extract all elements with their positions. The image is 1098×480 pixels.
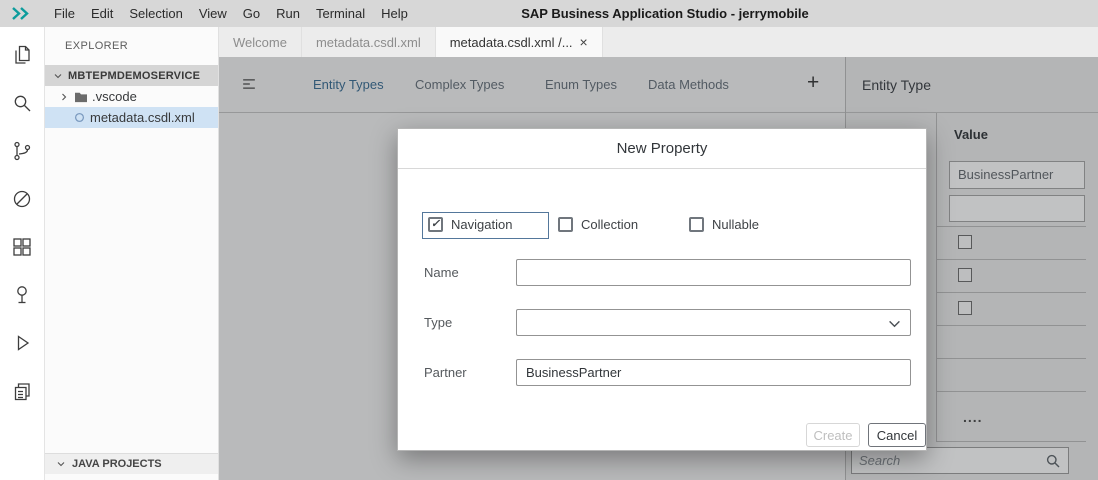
tab-metadata-csdl-xml[interactable]: metadata.csdl.xml <box>302 27 436 57</box>
run-icon <box>10 331 34 355</box>
nullable-checkbox[interactable]: Nullable <box>689 217 759 232</box>
menu-go[interactable]: Go <box>235 6 268 21</box>
menu-selection[interactable]: Selection <box>121 6 190 21</box>
menu-view[interactable]: View <box>191 6 235 21</box>
collection-checkbox[interactable]: Collection <box>558 217 638 232</box>
checkbox-label: Navigation <box>451 217 512 232</box>
app-window: File Edit Selection View Go Run Terminal… <box>0 0 1098 480</box>
menu-help[interactable]: Help <box>373 6 416 21</box>
editor-tab-bar: Welcome metadata.csdl.xml metadata.csdl.… <box>219 27 1098 57</box>
name-label: Name <box>424 259 459 286</box>
explorer-sidebar: EXPLORER MBTEPMDEMOSERVICE .vscode metad… <box>45 27 219 480</box>
search-activity-button[interactable] <box>0 79 45 127</box>
menu-terminal[interactable]: Terminal <box>308 6 373 21</box>
run-activity-button[interactable] <box>0 319 45 367</box>
checkbox-box: ✓ <box>428 217 443 232</box>
tree-item-label: .vscode <box>92 89 137 104</box>
checkbox-box <box>689 217 704 232</box>
projects-activity-button[interactable] <box>0 367 45 415</box>
menu-run[interactable]: Run <box>268 6 308 21</box>
explorer-activity-button[interactable] <box>0 31 45 79</box>
dialog-title: New Property <box>398 129 926 169</box>
partner-field[interactable] <box>516 359 911 386</box>
cancel-button[interactable]: Cancel <box>868 423 926 447</box>
type-select[interactable] <box>516 309 911 336</box>
stack-icon <box>10 379 34 403</box>
close-tab-icon[interactable]: × <box>580 35 588 49</box>
menu-edit[interactable]: Edit <box>83 6 121 21</box>
chevron-right-icon <box>58 91 70 103</box>
pin-icon <box>10 283 34 307</box>
window-title: SAP Business Application Studio - jerrym… <box>521 6 809 21</box>
source-control-icon <box>10 139 34 163</box>
checkbox-label: Collection <box>581 217 638 232</box>
activity-bar <box>0 27 45 480</box>
files-icon <box>10 43 34 67</box>
explorer-header: EXPLORER <box>45 27 218 65</box>
tab-label: Welcome <box>233 35 287 50</box>
editor-webview: Entity Types Complex Types Enum Types Da… <box>219 57 1098 480</box>
checkbox-label: Nullable <box>712 217 759 232</box>
tab-label: metadata.csdl.xml <box>316 35 421 50</box>
source-control-activity-button[interactable] <box>0 127 45 175</box>
create-button[interactable]: Create <box>806 423 860 447</box>
tree-item-vscode[interactable]: .vscode <box>45 86 218 107</box>
java-projects-section[interactable]: JAVA PROJECTS <box>45 453 218 474</box>
tab-label: metadata.csdl.xml /... <box>450 35 573 50</box>
navigation-checkbox[interactable]: ✓ Navigation <box>428 217 512 232</box>
chevron-down-icon <box>55 458 67 470</box>
name-field[interactable] <box>516 259 911 286</box>
checkbox-box <box>558 217 573 232</box>
search-icon <box>10 91 34 115</box>
tab-welcome[interactable]: Welcome <box>219 27 302 57</box>
menu-bar: File Edit Selection View Go Run Terminal… <box>0 0 1098 27</box>
tree-root-label: MBTEPMDEMOSERVICE <box>68 70 200 82</box>
partner-label: Partner <box>424 359 467 386</box>
sap-logo-icon <box>10 6 34 21</box>
circle-slash-activity-button[interactable] <box>0 175 45 223</box>
type-label: Type <box>424 309 452 336</box>
tree-item-label: metadata.csdl.xml <box>90 110 195 125</box>
extensions-activity-button[interactable] <box>0 223 45 271</box>
menu-file[interactable]: File <box>46 6 83 21</box>
chevron-down-icon <box>52 70 64 82</box>
chevron-down-icon <box>888 320 901 328</box>
pin-activity-button[interactable] <box>0 271 45 319</box>
folder-icon <box>74 91 88 103</box>
java-projects-label: JAVA PROJECTS <box>72 458 162 470</box>
tree-item-metadata-csdl-xml[interactable]: metadata.csdl.xml <box>45 107 218 128</box>
circle-slash-icon <box>10 187 34 211</box>
tree-root-mbtepmdemoservice[interactable]: MBTEPMDEMOSERVICE <box>45 65 218 86</box>
extensions-icon <box>10 235 34 259</box>
xml-file-icon <box>73 111 86 124</box>
new-property-dialog: New Property ✓ Navigation Collection Nul… <box>397 128 927 451</box>
tab-metadata-csdl-xml-editor[interactable]: metadata.csdl.xml /... × <box>436 27 603 57</box>
